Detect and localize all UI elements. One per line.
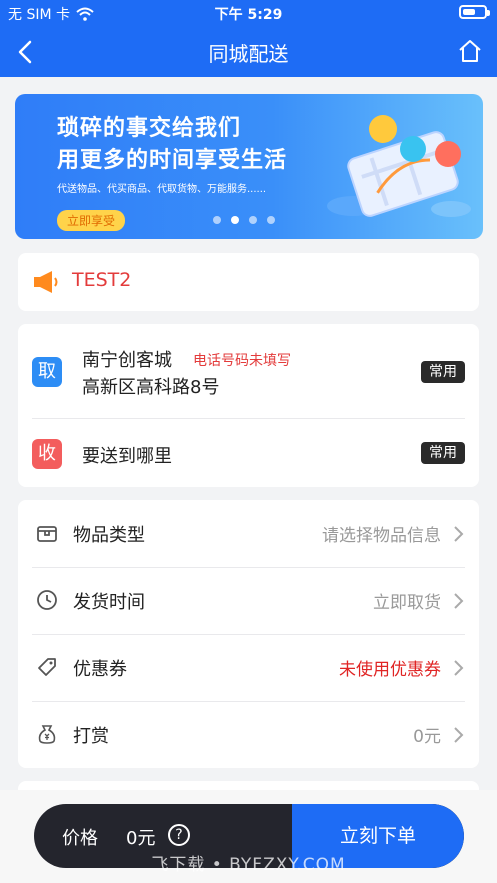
address-card: 取 南宁创客城 电话号码未填写 高新区高科路8号 常用 收 要送到哪里 常用 — [18, 324, 479, 487]
banner-cta-button[interactable]: 立即享受 — [57, 210, 126, 231]
banner-subtitle: 代送物品、代买商品、代取货物、万能服务...... — [57, 184, 267, 195]
notice-text: TEST2 — [72, 269, 132, 291]
banner-headline-1: 琐碎的事交给我们 — [57, 116, 242, 141]
chevron-right-icon — [454, 660, 464, 676]
banner-dot[interactable] — [249, 216, 257, 224]
status-time: 下午 5:29 — [214, 7, 283, 23]
money-bag-icon — [38, 725, 56, 744]
pickup-common-button[interactable]: 常用 — [421, 361, 465, 383]
notice-card[interactable]: TEST2 — [18, 253, 479, 311]
option-value: 立即取货 — [373, 593, 441, 613]
chevron-right-icon — [454, 727, 464, 743]
option-item-type[interactable]: 物品类型 请选择物品信息 — [18, 500, 479, 567]
header: 无 SIM 卡 下午 5:29 同城配送 — [0, 0, 497, 77]
receive-badge: 收 — [32, 439, 62, 469]
price-label: 价格 — [62, 828, 98, 849]
map-phone-illustration — [327, 115, 471, 217]
pickup-name[interactable]: 南宁创客城 — [82, 346, 172, 372]
option-coupon[interactable]: 优惠券 未使用优惠券 — [18, 634, 479, 701]
option-value: 请选择物品信息 — [322, 526, 441, 546]
chevron-right-icon — [454, 593, 464, 609]
banner-dot-active[interactable] — [231, 216, 239, 224]
home-icon[interactable] — [457, 38, 483, 64]
banner-dot[interactable] — [213, 216, 221, 224]
package-icon — [37, 526, 57, 542]
chevron-right-icon — [454, 526, 464, 542]
pickup-phone-warning: 电话号码未填写 — [193, 353, 291, 369]
status-bar: 无 SIM 卡 下午 5:29 — [0, 0, 497, 26]
bottom-bar: 价格 0元 ? 立刻下单 飞下载 • BYFZXY.COM — [0, 790, 497, 883]
tag-icon — [38, 658, 56, 676]
page-title: 同城配送 — [208, 42, 289, 66]
nav-bar: 同城配送 — [0, 26, 497, 77]
option-label: 物品类型 — [73, 525, 145, 546]
watermark: 飞下载 • BYFZXY.COM — [151, 855, 346, 875]
banner-pagination — [213, 216, 275, 224]
megaphone-icon — [34, 271, 58, 293]
help-icon[interactable]: ? — [168, 824, 190, 846]
option-value: 未使用优惠券 — [339, 660, 441, 680]
banner-dot[interactable] — [267, 216, 275, 224]
divider — [32, 418, 465, 419]
receive-common-button[interactable]: 常用 — [421, 442, 465, 464]
option-tip[interactable]: 打赏 0元 — [18, 701, 479, 768]
option-label: 打赏 — [73, 726, 109, 747]
option-value: 0元 — [413, 727, 441, 747]
receive-address-prompt[interactable]: 要送到哪里 — [82, 442, 172, 468]
banner-headline-2: 用更多的时间享受生活 — [57, 148, 288, 173]
price-value: 0元 — [126, 828, 156, 849]
pickup-address[interactable]: 高新区高科路8号 — [82, 373, 219, 399]
promo-banner[interactable]: 琐碎的事交给我们 用更多的时间享受生活 代送物品、代买商品、代取货物、万能服务.… — [15, 94, 483, 239]
option-label: 优惠券 — [73, 659, 127, 680]
option-label: 发货时间 — [73, 592, 145, 613]
battery-icon — [459, 5, 490, 19]
pickup-badge: 取 — [32, 357, 62, 387]
options-card: 物品类型 请选择物品信息 发货时间 立即取货 优惠券 未使用优惠券 打赏 0元 — [18, 500, 479, 768]
option-ship-time[interactable]: 发货时间 立即取货 — [18, 567, 479, 634]
clock-icon — [37, 590, 57, 610]
